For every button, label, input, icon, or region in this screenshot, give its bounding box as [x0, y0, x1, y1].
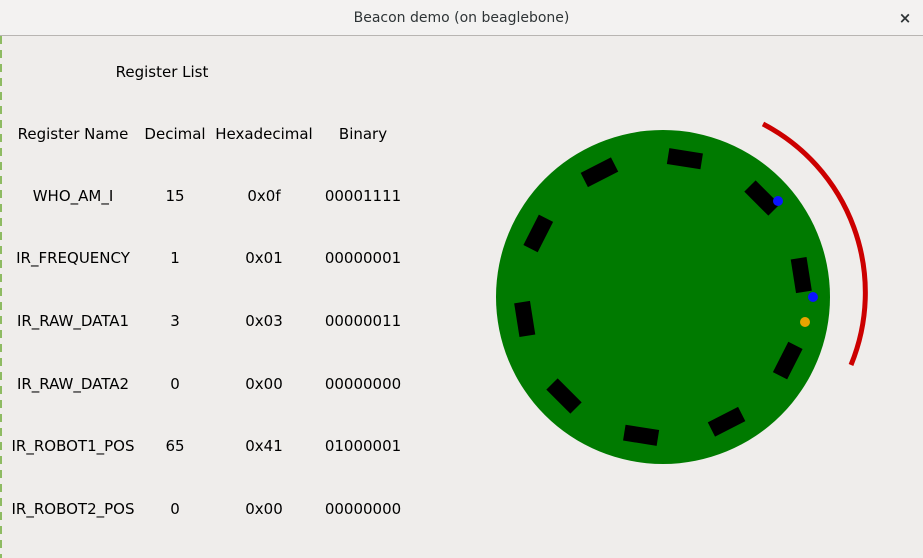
register-decimal: 1 [170, 249, 180, 267]
register-name: IR_RAW_DATA1 [16, 312, 130, 330]
window-title: Beacon demo (on beaglebone) [353, 10, 570, 26]
register-binary: 00000000 [324, 500, 402, 518]
register-hex: 0x41 [245, 437, 283, 455]
register-name: IR_FREQUENCY [16, 249, 130, 267]
register-hex: 0x00 [245, 500, 283, 518]
blue-marker-dot [773, 196, 783, 206]
robot-body [496, 130, 830, 464]
register-binary: 00001111 [324, 187, 402, 205]
register-hex: 0x01 [245, 249, 283, 267]
register-hex: 0x03 [245, 312, 283, 330]
register-binary: 00000001 [324, 249, 402, 267]
register-name: WHO_AM_I [32, 187, 114, 205]
register-binary: 00000011 [324, 312, 402, 330]
header-binary: Binary [338, 125, 388, 143]
orange-marker-dot [800, 317, 810, 327]
register-binary: 01000001 [324, 437, 402, 455]
header-decimal: Decimal [144, 125, 206, 143]
register-name: IR_ROBOT1_POS [11, 437, 135, 455]
close-icon[interactable]: × [895, 8, 915, 28]
register-binary: 00000000 [324, 375, 402, 393]
header-register-name: Register Name [17, 125, 129, 143]
register-decimal: 15 [165, 187, 185, 205]
window-edge [0, 36, 2, 558]
register-name: IR_ROBOT2_POS [11, 500, 135, 518]
register-name: IR_RAW_DATA2 [16, 375, 130, 393]
register-list-title: Register List [115, 63, 209, 81]
blue-marker-dot [808, 292, 818, 302]
register-decimal: 65 [165, 437, 185, 455]
beacon-visualization [496, 121, 868, 464]
register-decimal: 0 [170, 500, 180, 518]
register-hex: 0x00 [245, 375, 283, 393]
register-hex: 0x0f [247, 187, 281, 205]
register-decimal: 3 [170, 312, 180, 330]
title-bar: Beacon demo (on beaglebone) × [0, 0, 923, 36]
register-decimal: 0 [170, 375, 180, 393]
header-hexadecimal: Hexadecimal [215, 125, 313, 143]
